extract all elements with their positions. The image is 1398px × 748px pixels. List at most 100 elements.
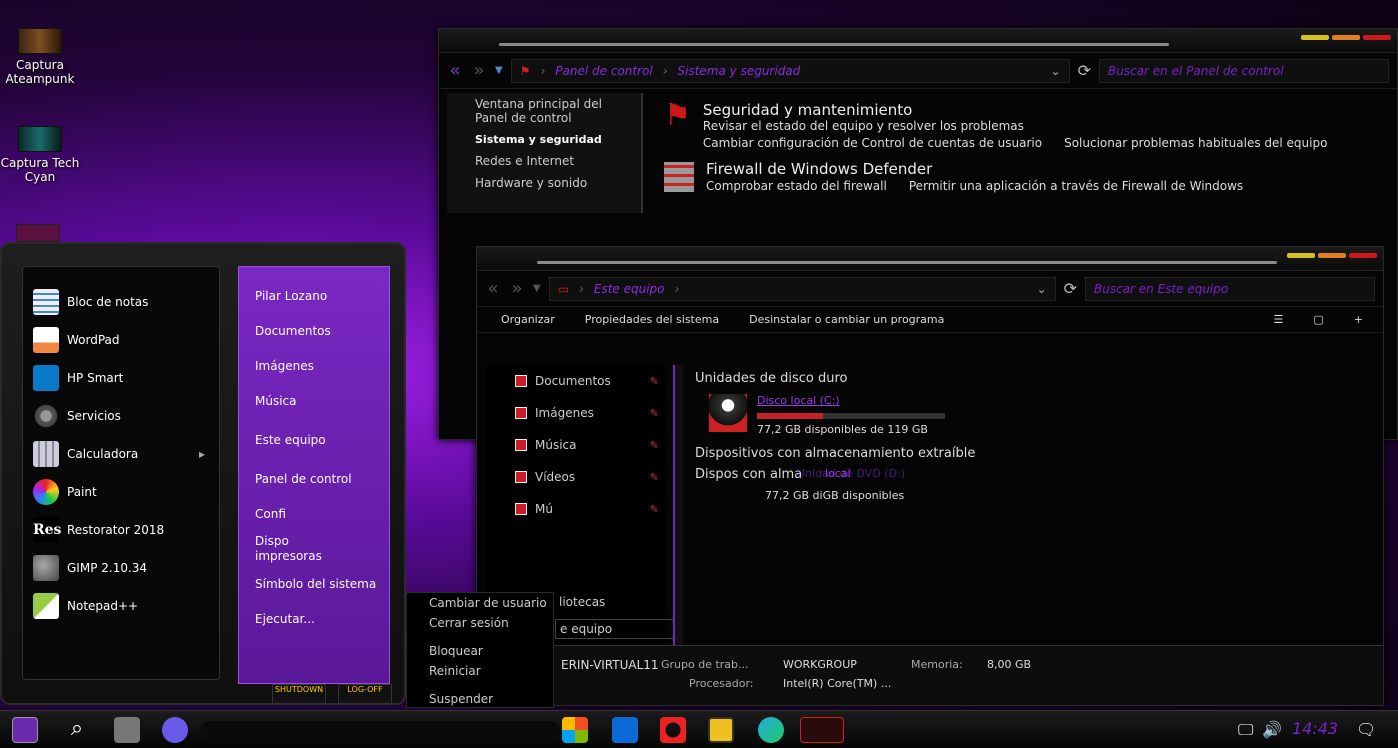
place-music[interactable]: Música	[239, 394, 297, 408]
nav-item-documents[interactable]: Documentos ✎	[485, 365, 665, 397]
task-view-icon[interactable]	[114, 717, 140, 743]
nav-item-libraries[interactable]: liotecas	[559, 595, 605, 609]
troubleshoot-link[interactable]: Solucionar problemas habituales del equi…	[1064, 136, 1327, 150]
app-gimp[interactable]: GIMP 2.10.34	[23, 549, 219, 587]
app-notepad[interactable]: Bloc de notas	[23, 283, 219, 321]
forward-arrow-icon[interactable]: »	[509, 278, 525, 299]
app-paint[interactable]: Paint	[23, 473, 219, 511]
app-hp-smart[interactable]: HP Smart	[23, 359, 219, 397]
expand-icon[interactable]: ▸	[199, 447, 205, 461]
drive-dvd-name[interactable]: Unidad de DVD (D:)	[797, 467, 905, 480]
sidebar-item-home[interactable]: Ventana principal del Panel de control	[447, 93, 641, 129]
place-config[interactable]: Confi	[239, 507, 286, 521]
place-printers[interactable]: impresoras	[239, 549, 322, 563]
minimize-button[interactable]	[1287, 253, 1315, 258]
drive-c[interactable]: Disco local (C:) 77,2 GB disponibles de …	[709, 394, 975, 436]
app-window-icon[interactable]	[800, 717, 844, 743]
app-services[interactable]: Servicios	[23, 397, 219, 435]
back-arrow-icon[interactable]: «	[447, 60, 463, 81]
help-icon[interactable]: +	[1354, 313, 1363, 326]
sign-out-item[interactable]: Cerrar sesión	[429, 616, 509, 630]
pin-icon[interactable]: ✎	[650, 439, 659, 452]
place-cmd[interactable]: Símbolo del sistema	[239, 577, 376, 591]
volume-icon[interactable]: 🔊	[1262, 720, 1282, 739]
breadcrumb-control-panel[interactable]: Panel de control	[555, 64, 652, 78]
pin-icon[interactable]: ✎	[650, 471, 659, 484]
notifications-icon[interactable]: 🗨	[1356, 720, 1376, 739]
back-arrow-icon[interactable]: «	[485, 278, 501, 299]
nav-item-mu[interactable]: Mú ✎	[485, 493, 665, 525]
nav-item-music[interactable]: Música ✎	[485, 429, 665, 461]
app-calculator[interactable]: Calculadora ▸	[23, 435, 219, 473]
network-icon[interactable]: 🖵	[1238, 720, 1253, 740]
mail-icon[interactable]	[612, 717, 638, 743]
maximize-button[interactable]	[1332, 35, 1360, 40]
pin-icon[interactable]: ✎	[650, 407, 659, 420]
system-properties-button[interactable]: Propiedades del sistema	[585, 313, 719, 326]
place-documents[interactable]: Documentos	[239, 324, 331, 338]
logoff-button[interactable]: LOG-OFF	[338, 684, 392, 704]
group-overlap[interactable]: Dispos con alma	[695, 467, 802, 482]
section-desc[interactable]: Revisar el estado del equipo y resolver …	[703, 119, 1328, 133]
file-explorer-icon[interactable]	[708, 717, 734, 743]
pin-icon[interactable]: ✎	[650, 375, 659, 388]
sidebar-item-system-security[interactable]: Sistema y seguridad	[447, 129, 641, 150]
nav-scrollbar[interactable]	[673, 365, 683, 645]
recent-dropdown-icon[interactable]: ▼	[533, 283, 541, 294]
group-removable[interactable]: Dispositivos con almacenamiento extraíbl…	[695, 446, 975, 461]
close-button[interactable]	[1349, 253, 1377, 258]
section-title[interactable]: Firewall de Windows Defender	[706, 160, 1243, 178]
desktop-icon-partial[interactable]	[16, 224, 60, 242]
title-bar[interactable]	[439, 29, 1397, 53]
suspend-item[interactable]: Suspender	[429, 692, 493, 706]
breadcrumb-this-pc[interactable]: Este equipo	[594, 282, 665, 296]
switch-user-item[interactable]: Cambiar de usuario	[429, 596, 547, 610]
sidebar-item-hardware[interactable]: Hardware y sonido	[447, 172, 641, 194]
chevron-down-icon[interactable]: ⌄	[1037, 282, 1047, 296]
maximize-button[interactable]	[1318, 253, 1346, 258]
app-wordpad[interactable]: WordPad	[23, 321, 219, 359]
breadcrumb-system-security[interactable]: Sistema y seguridad	[678, 64, 801, 78]
chat-icon[interactable]	[162, 717, 188, 743]
place-devices[interactable]: Dispo	[239, 534, 289, 548]
refresh-icon[interactable]: ⟳	[1064, 279, 1077, 298]
close-button[interactable]	[1363, 35, 1391, 40]
place-images[interactable]: Imágenes	[239, 359, 314, 373]
app-restorator[interactable]: Res Restorator 2018	[23, 511, 219, 549]
allow-app-link[interactable]: Permitir una aplicación a través de Fire…	[909, 179, 1243, 193]
place-run[interactable]: Ejecutar...	[239, 612, 315, 626]
app-notepad-plus[interactable]: Notepad++	[23, 587, 219, 625]
refresh-icon[interactable]: ⟳	[1078, 61, 1091, 80]
section-title[interactable]: Seguridad y mantenimiento	[703, 101, 1328, 119]
desktop-icon-ateampunk[interactable]: Captura Ateampunk	[0, 28, 80, 86]
preview-pane-icon[interactable]: ▢	[1313, 313, 1323, 326]
minimize-button[interactable]	[1301, 35, 1329, 40]
nav-item-images[interactable]: Imágenes ✎	[485, 397, 665, 429]
clock[interactable]: 14:43	[1292, 719, 1338, 738]
start-button[interactable]	[12, 717, 38, 743]
search-input[interactable]: Buscar en el Panel de control	[1099, 58, 1389, 83]
sidebar-item-network[interactable]: Redes e Internet	[447, 150, 641, 172]
shutdown-button[interactable]: SHUTDOWN	[272, 684, 326, 704]
address-bar[interactable]: ⚑ › Panel de control › Sistema y seguridad…	[510, 58, 1070, 83]
desktop-icon-tech-cyan[interactable]: Captura Tech Cyan	[0, 126, 80, 184]
chevron-down-icon[interactable]: ⌄	[1051, 64, 1061, 78]
ccleaner-icon[interactable]	[660, 717, 686, 743]
pin-icon[interactable]: ✎	[650, 503, 659, 516]
store-icon[interactable]	[562, 717, 588, 743]
nav-item-this-pc[interactable]: e equipo	[555, 619, 675, 639]
group-hdd[interactable]: Unidades de disco duro	[695, 371, 975, 386]
uninstall-button[interactable]: Desinstalar o cambiar un programa	[749, 313, 944, 326]
lock-item[interactable]: Bloquear	[429, 644, 483, 658]
forward-arrow-icon[interactable]: »	[471, 60, 487, 81]
view-options-icon[interactable]: ☰	[1274, 313, 1284, 326]
uac-link[interactable]: Cambiar configuración de Control de cuen…	[703, 136, 1042, 150]
search-input[interactable]: Buscar en Este equipo	[1085, 276, 1375, 301]
nav-item-videos[interactable]: Vídeos ✎	[485, 461, 665, 493]
edge-icon[interactable]	[758, 717, 784, 743]
address-bar[interactable]: ▭ › Este equipo › ⌄	[548, 276, 1056, 301]
restart-item[interactable]: Reiniciar	[429, 664, 481, 678]
title-bar[interactable]	[477, 247, 1383, 271]
search-icon[interactable]: ⌕	[64, 717, 90, 743]
place-control-panel[interactable]: Panel de control	[239, 472, 352, 486]
